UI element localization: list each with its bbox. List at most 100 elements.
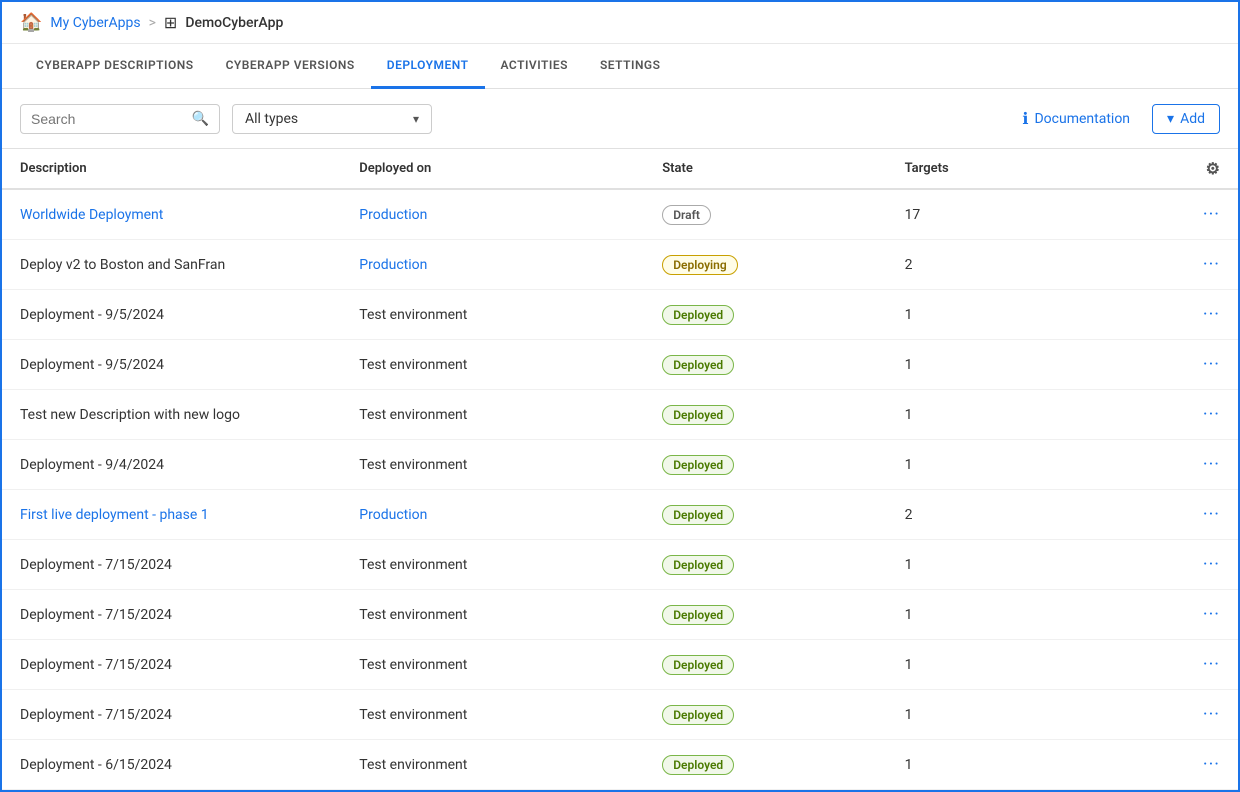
search-input[interactable] <box>31 111 186 127</box>
more-actions-button[interactable]: ··· <box>1203 204 1220 225</box>
chevron-down-icon-add: ▾ <box>1167 111 1174 127</box>
description-text: Deployment - 7/15/2024 <box>2 690 341 740</box>
table-row: Deployment - 7/15/2024Test environment De… <box>2 690 1238 740</box>
state-badge: Deployed <box>662 505 734 525</box>
more-actions-button[interactable]: ··· <box>1203 704 1220 725</box>
table-row: Deployment - 7/15/2024Test environment De… <box>2 640 1238 690</box>
tab-cyberapp-versions[interactable]: CYBERAPP VERSIONS <box>210 44 371 89</box>
breadcrumb: 🏠 My CyberApps > ⊞ DemoCyberApp <box>2 2 1238 44</box>
state-badge: Deployed <box>662 555 734 575</box>
state-badge: Deployed <box>662 705 734 725</box>
more-actions-button[interactable]: ··· <box>1203 354 1220 375</box>
deployed-on-text: Test environment <box>341 740 644 790</box>
table-row: Deployment - 9/5/2024Test environment Dep… <box>2 340 1238 390</box>
tab-activities[interactable]: ACTIVITIES <box>485 44 584 89</box>
table-row: Deployment - 9/4/2024Test environment Dep… <box>2 440 1238 490</box>
more-actions-button[interactable]: ··· <box>1203 654 1220 675</box>
table-row: Worldwide Deployment Production Draft 17 ··· <box>2 189 1238 240</box>
deployed-on-text: Test environment <box>341 640 644 690</box>
state-badge: Deployed <box>662 605 734 625</box>
col-header-actions: ⚙ <box>1153 149 1238 190</box>
type-select[interactable]: All types ▾ <box>232 104 432 134</box>
deployed-on-link[interactable]: Production <box>359 507 427 523</box>
documentation-button[interactable]: ℹ Documentation <box>1012 103 1140 134</box>
targets-value: 1 <box>887 440 1154 490</box>
more-actions-button[interactable]: ··· <box>1203 504 1220 525</box>
toolbar-right: ℹ Documentation ▾ Add <box>1012 103 1220 134</box>
state-badge: Deploying <box>662 255 737 275</box>
state-badge: Deployed <box>662 355 734 375</box>
targets-value: 1 <box>887 740 1154 790</box>
tab-deployment[interactable]: DEPLOYMENT <box>371 44 485 89</box>
description-text: Test new Description with new logo <box>2 390 341 440</box>
col-header-description: Description <box>2 149 341 190</box>
deployed-on-text: Test environment <box>341 390 644 440</box>
more-actions-button[interactable]: ··· <box>1203 304 1220 325</box>
deployment-table: Description Deployed on State Targets ⚙ … <box>2 148 1238 790</box>
search-wrapper: 🔍 <box>20 104 220 134</box>
tab-settings[interactable]: SETTINGS <box>584 44 677 89</box>
state-badge: Deployed <box>662 455 734 475</box>
description-text: Deployment - 6/15/2024 <box>2 740 341 790</box>
more-actions-button[interactable]: ··· <box>1203 554 1220 575</box>
targets-value: 1 <box>887 590 1154 640</box>
description-text: Deployment - 9/5/2024 <box>2 290 341 340</box>
breadcrumb-grid-icon: ⊞ <box>164 13 177 32</box>
add-button[interactable]: ▾ Add <box>1152 104 1220 134</box>
state-badge: Deployed <box>662 755 734 775</box>
deployed-on-text: Test environment <box>341 290 644 340</box>
more-actions-button[interactable]: ··· <box>1203 454 1220 475</box>
search-icon: 🔍 <box>192 111 209 127</box>
state-badge: Deployed <box>662 655 734 675</box>
description-text: Deployment - 7/15/2024 <box>2 540 341 590</box>
col-header-deployed-on: Deployed on <box>341 149 644 190</box>
description-text: Deployment - 9/4/2024 <box>2 440 341 490</box>
deployed-on-link[interactable]: Production <box>359 207 427 223</box>
targets-value: 1 <box>887 690 1154 740</box>
table-row: Deployment - 6/15/2024Test environment De… <box>2 740 1238 790</box>
col-header-targets: Targets <box>887 149 1154 190</box>
table-container: Description Deployed on State Targets ⚙ … <box>2 148 1238 790</box>
more-actions-button[interactable]: ··· <box>1203 404 1220 425</box>
breadcrumb-separator: > <box>149 15 156 31</box>
description-link[interactable]: First live deployment - phase 1 <box>20 507 209 523</box>
gear-icon[interactable]: ⚙ <box>1206 159 1220 178</box>
deployed-on-text: Test environment <box>341 540 644 590</box>
table-row: Test new Description with new logoTest e… <box>2 390 1238 440</box>
state-badge: Deployed <box>662 305 734 325</box>
documentation-label: Documentation <box>1034 111 1130 127</box>
table-row: Deployment - 7/15/2024Test environment De… <box>2 590 1238 640</box>
deployed-on-text: Test environment <box>341 340 644 390</box>
targets-value: 1 <box>887 340 1154 390</box>
description-text: Deploy v2 to Boston and SanFran <box>2 240 341 290</box>
description-text: Deployment - 7/15/2024 <box>2 640 341 690</box>
col-header-state: State <box>644 149 886 190</box>
more-actions-button[interactable]: ··· <box>1203 604 1220 625</box>
deployed-on-text: Test environment <box>341 690 644 740</box>
home-icon: 🏠 <box>20 12 42 33</box>
deployed-on-text: Test environment <box>341 590 644 640</box>
table-row: Deployment - 9/5/2024Test environment Dep… <box>2 290 1238 340</box>
description-link[interactable]: Worldwide Deployment <box>20 207 163 223</box>
deployed-on-text: Test environment <box>341 440 644 490</box>
table-row: Deploy v2 to Boston and SanFran Productio… <box>2 240 1238 290</box>
state-badge: Draft <box>662 205 711 225</box>
tab-cyberapp-descriptions[interactable]: CYBERAPP DESCRIPTIONS <box>20 44 210 89</box>
description-text: Deployment - 7/15/2024 <box>2 590 341 640</box>
state-badge: Deployed <box>662 405 734 425</box>
toolbar: 🔍 All types ▾ ℹ Documentation ▾ Add <box>2 89 1238 148</box>
table-header-row: Description Deployed on State Targets ⚙ <box>2 149 1238 190</box>
targets-value: 1 <box>887 540 1154 590</box>
info-icon: ℹ <box>1022 109 1028 128</box>
targets-value: 2 <box>887 490 1154 540</box>
targets-value: 1 <box>887 290 1154 340</box>
more-actions-button[interactable]: ··· <box>1203 754 1220 775</box>
deployed-on-link[interactable]: Production <box>359 257 427 273</box>
table-row: Deployment - 7/15/2024Test environment De… <box>2 540 1238 590</box>
targets-value: 1 <box>887 390 1154 440</box>
type-select-label: All types <box>245 111 405 127</box>
description-text: Deployment - 9/5/2024 <box>2 340 341 390</box>
more-actions-button[interactable]: ··· <box>1203 254 1220 275</box>
targets-value: 17 <box>887 189 1154 240</box>
breadcrumb-home-link[interactable]: My CyberApps <box>50 15 140 31</box>
